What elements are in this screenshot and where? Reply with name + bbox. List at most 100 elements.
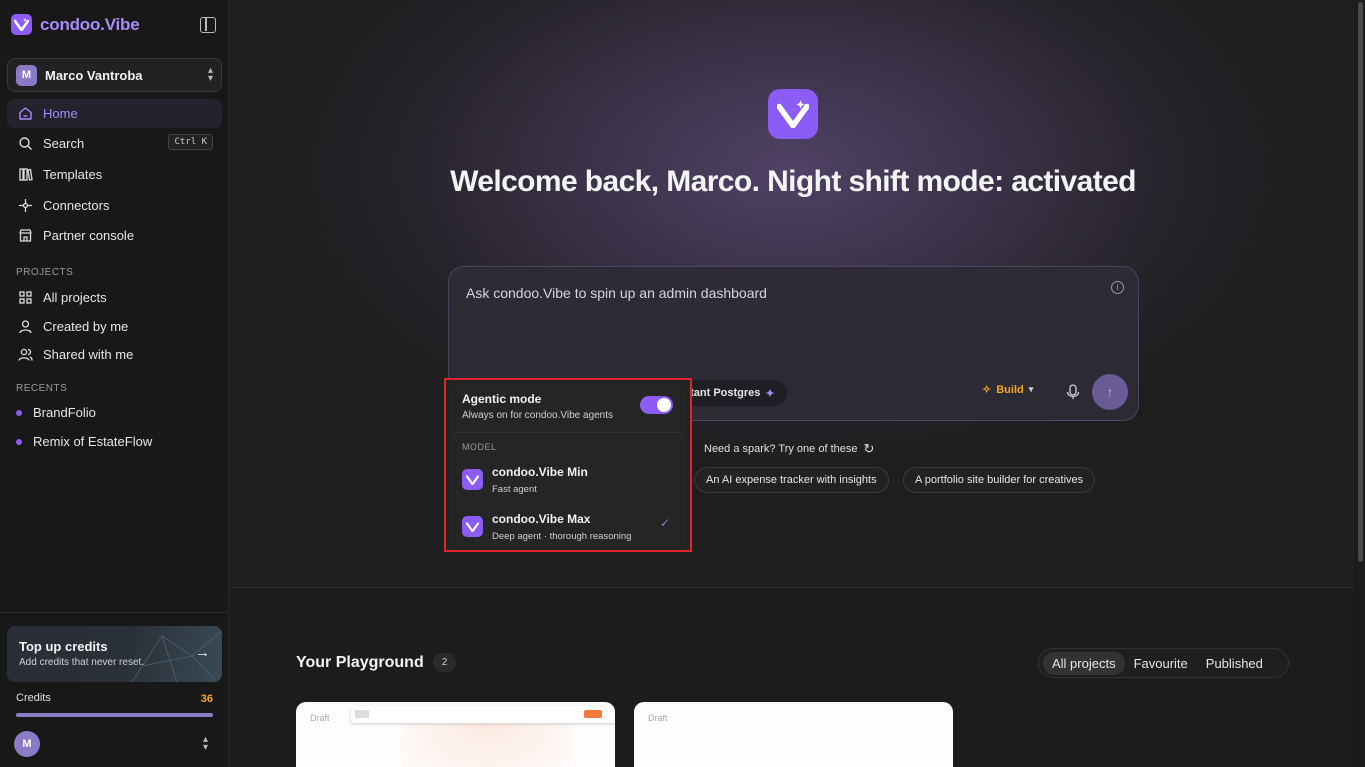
suggestion-label: An AI expense tracker with insights [706, 474, 877, 486]
agentic-mode-toggle[interactable] [640, 396, 673, 414]
filter-all-projects[interactable]: All projects [1043, 651, 1125, 675]
chevron-updown-icon[interactable]: ▴ ▾ [203, 735, 208, 753]
workspace-avatar: M [16, 64, 37, 86]
card-status-badge: Draft [310, 713, 330, 723]
nav-partner-console[interactable]: Partner console [7, 221, 222, 250]
main-content: Welcome back, Marco. Night shift mode: a… [230, 0, 1355, 767]
store-icon [16, 227, 34, 245]
card-preview-glow [401, 724, 571, 767]
chevron-down-icon: ▾ [1028, 384, 1034, 394]
nav-templates-label: Templates [43, 167, 103, 182]
sidebar-footer: Top up credits Add credits that never re… [0, 612, 229, 767]
recent-dot [16, 409, 22, 416]
suggestion-chip[interactable]: An AI expense tracker with insights [694, 467, 889, 493]
model-name: condoo.Vibe Min [492, 465, 588, 479]
hero-section: Welcome back, Marco. Night shift mode: a… [230, 0, 1355, 588]
nav-connectors-label: Connectors [43, 198, 110, 213]
scrollbar-thumb[interactable] [1358, 2, 1363, 562]
project-filter: All projects Favourite Published [1038, 648, 1289, 678]
model-option-min[interactable]: condoo.Vibe Min Fast agent [454, 458, 682, 500]
recent-dot [16, 438, 22, 445]
suggestion-label: A portfolio site builder for creatives [915, 474, 1084, 486]
build-label: Build [996, 383, 1024, 396]
nav-home-label: Home [43, 106, 78, 121]
nav-created-by-me[interactable]: Created by me [7, 312, 222, 341]
nav-all-projects[interactable]: All projects [7, 283, 222, 312]
nav-connectors[interactable]: Connectors [7, 191, 222, 220]
search-icon [16, 135, 34, 153]
nav-search-label: Search [43, 136, 85, 151]
send-button[interactable]: ↑ [1092, 374, 1128, 410]
info-icon[interactable]: i [1111, 281, 1124, 294]
thumb-cta [584, 710, 602, 718]
prompt-input[interactable]: Ask condoo.Vibe to spin up an admin dash… [466, 285, 767, 301]
nav-shared-with-me[interactable]: Shared with me [7, 340, 222, 369]
projects-section-label: PROJECTS [16, 267, 74, 278]
credits-value: 36 [200, 693, 213, 705]
grid-icon [16, 289, 34, 307]
recent-item-label: Remix of EstateFlow [33, 434, 153, 449]
model-dropdown-panel: Agentic mode Always on for condoo.Vibe a… [450, 384, 686, 548]
workspace-switcher[interactable]: M Marco Vantroba ▴ ▾ [7, 58, 222, 92]
workspace-name: Marco Vantroba [45, 67, 143, 83]
topup-title: Top up credits [19, 639, 108, 654]
model-name: condoo.Vibe Max [492, 512, 591, 526]
voice-icon[interactable] [1062, 381, 1084, 403]
credits-progress-fill [16, 713, 213, 717]
home-icon [16, 105, 34, 123]
model-logo-icon [462, 469, 483, 490]
spark-label: Need a spark? Try one of these [704, 443, 858, 455]
sidebar: condoo.Vibe M Marco Vantroba ▴ ▾ Home Sea… [0, 0, 229, 767]
refresh-icon[interactable]: ↻ [863, 441, 874, 457]
spark-row: Need a spark? Try one of these ↻ [704, 441, 874, 457]
sidebar-toggle-icon[interactable] [200, 17, 216, 33]
user-avatar[interactable]: M [14, 731, 40, 757]
arrow-up-icon: ↑ [1106, 384, 1114, 400]
model-section-label: MODEL [462, 442, 497, 452]
brand-logo-icon [11, 14, 32, 35]
templates-icon [16, 166, 34, 184]
nav-created-label: Created by me [43, 319, 129, 334]
recent-item[interactable]: BrandFolio [16, 405, 96, 420]
user-icon [16, 318, 34, 336]
nav-all-projects-label: All projects [43, 290, 107, 305]
nav-shared-label: Shared with me [43, 347, 134, 362]
build-mode-button[interactable]: ✧ Build ▾ [982, 383, 1034, 397]
project-card[interactable]: Draft [296, 702, 615, 767]
postgres-chip-label: stant Postgres [684, 387, 761, 399]
model-desc: Deep agent · thorough reasoning [492, 531, 632, 542]
recent-item[interactable]: Remix of EstateFlow [16, 434, 152, 449]
filter-published[interactable]: Published [1197, 652, 1272, 675]
nav-home[interactable]: Home [7, 99, 222, 128]
divider [454, 432, 682, 433]
connectors-icon [16, 197, 34, 215]
model-logo-icon [462, 516, 483, 537]
hero-logo-icon [768, 89, 818, 139]
playground-count-badge: 2 [433, 653, 456, 672]
model-option-max[interactable]: condoo.Vibe Max Deep agent · thorough re… [454, 505, 682, 547]
agentic-mode-title: Agentic mode [462, 392, 542, 406]
agentic-mode-subtitle: Always on for condoo.Vibe agents [462, 410, 614, 421]
suggestion-chip[interactable]: A portfolio site builder for creatives [903, 467, 1096, 493]
credits-label: Credits [16, 692, 51, 704]
topup-credits-card[interactable]: Top up credits Add credits that never re… [7, 626, 222, 682]
search-shortcut: Ctrl K [168, 134, 213, 150]
magic-wand-icon: ✧ [982, 384, 992, 396]
chevron-updown-icon: ▴ ▾ [207, 65, 213, 84]
filter-favourite[interactable]: Favourite [1125, 652, 1197, 675]
recents-section-label: RECENTS [16, 383, 68, 394]
nav-templates[interactable]: Templates [7, 160, 222, 189]
project-card[interactable]: Draft [634, 702, 953, 767]
topup-subtitle: Add credits that never reset. [19, 657, 145, 668]
hero-title: Welcome back, Marco. Night shift mode: a… [450, 165, 1136, 198]
nav-partner-label: Partner console [43, 228, 135, 243]
brand[interactable]: condoo.Vibe [11, 14, 140, 35]
recent-item-label: BrandFolio [33, 405, 96, 420]
nav-search[interactable]: Search Ctrl K [7, 129, 222, 158]
thumb-logo [355, 710, 369, 718]
playground-title: Your Playground [296, 654, 424, 671]
credits-progress-bar [16, 713, 213, 717]
model-desc: Fast agent [492, 484, 537, 495]
model-dropdown: Agentic mode Always on for condoo.Vibe a… [444, 378, 692, 552]
card-preview-thumbnail [351, 706, 615, 723]
